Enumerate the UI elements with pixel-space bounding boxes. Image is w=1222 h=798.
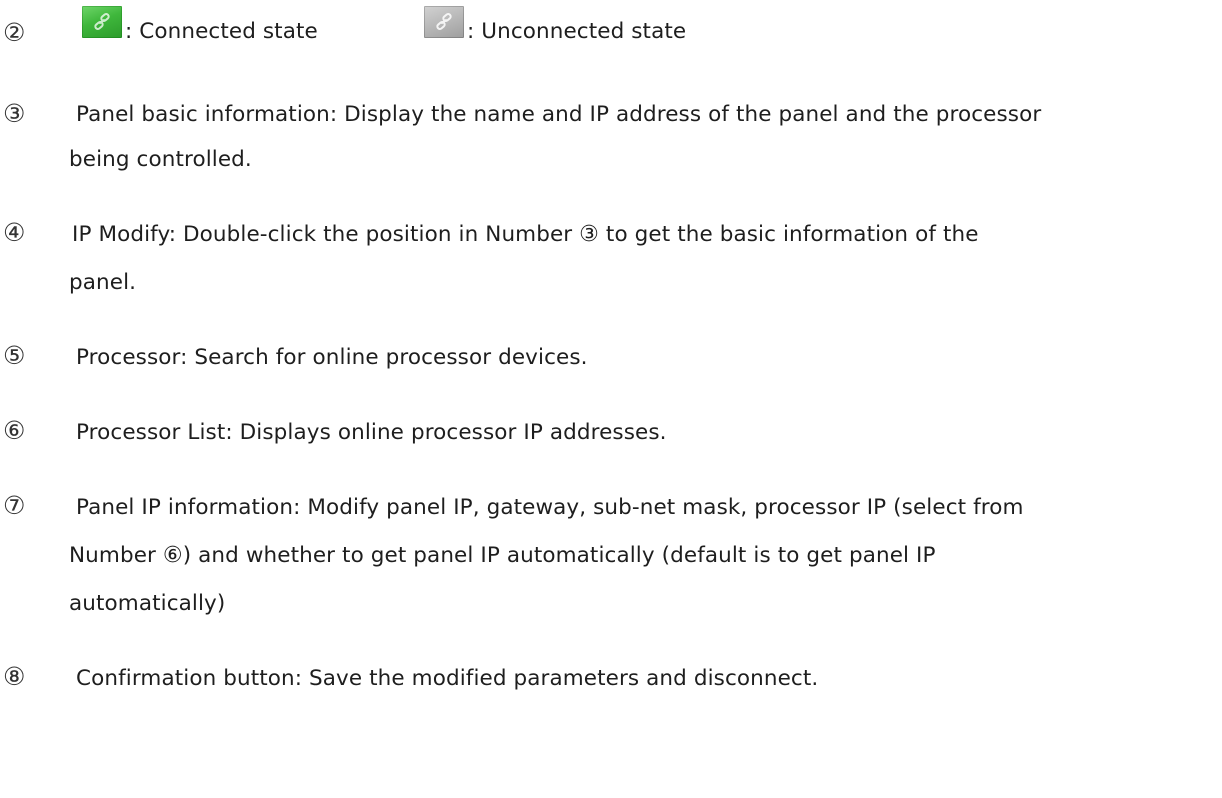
- item-text: ) and whether to get panel IP automatica…: [182, 543, 936, 568]
- item-text: IP Modify: Double-click the position in …: [72, 222, 580, 247]
- item-text-line: Number ⑥) and whether to get panel IP au…: [69, 545, 936, 567]
- document-page: ② : Connected state : Unconnected state: [0, 0, 1222, 798]
- item-number: ②: [3, 18, 26, 47]
- item-text-line: panel.: [69, 270, 137, 295]
- item-text-line: Panel basic information: Display the nam…: [76, 102, 1042, 127]
- item-text-line: Processor List: Displays online processo…: [76, 420, 667, 445]
- item-text: to get the basic information of the: [599, 222, 979, 247]
- unconnected-link-icon: [424, 6, 464, 38]
- item-number: ④: [3, 218, 26, 247]
- item-text-line: being controlled.: [69, 147, 252, 172]
- item-text-line: Panel IP information: Modify panel IP, g…: [76, 495, 1024, 520]
- reference-number: ⑥: [162, 543, 183, 568]
- item-text-line: automatically): [69, 591, 226, 616]
- item-text: Number: [69, 543, 163, 568]
- reference-number: ③: [579, 222, 599, 247]
- item-number: ⑧: [3, 662, 26, 691]
- connected-state-label: : Connected state: [125, 19, 318, 44]
- item-number: ③: [3, 99, 26, 128]
- item-text-line: Confirmation button: Save the modified p…: [76, 666, 819, 691]
- item-number: ⑤: [3, 341, 26, 370]
- connected-link-icon: [82, 6, 122, 38]
- item-text-line: Processor: Search for online processor d…: [76, 345, 588, 370]
- item-text-line: IP Modify: Double-click the position in …: [72, 224, 979, 246]
- item-number: ⑦: [3, 491, 26, 520]
- unconnected-state-label: : Unconnected state: [467, 19, 687, 44]
- item-number: ⑥: [3, 416, 26, 445]
